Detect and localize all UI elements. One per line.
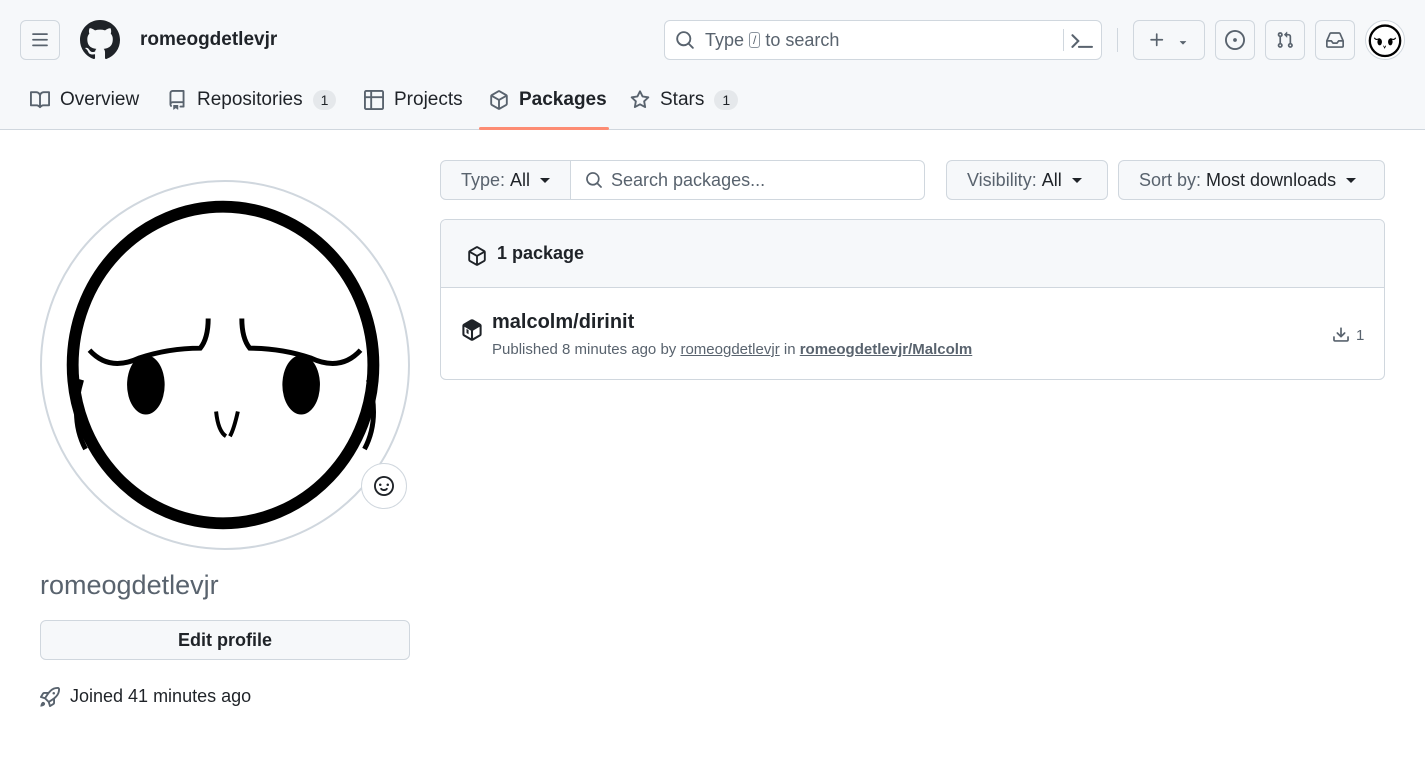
inbox-icon — [1326, 32, 1344, 48]
caret-down-icon — [1071, 177, 1082, 183]
issue-opened-icon — [1225, 30, 1245, 50]
issues-button[interactable] — [1215, 20, 1255, 60]
tab-label: Stars — [660, 89, 705, 110]
repo-icon — [169, 90, 185, 110]
profile-avatar[interactable] — [40, 180, 410, 550]
rocket-icon — [40, 686, 60, 707]
tab-label: Repositories — [197, 89, 303, 110]
stars-count-badge: 1 — [714, 90, 739, 110]
edit-profile-button[interactable]: Edit profile — [40, 620, 410, 660]
tab-projects[interactable]: Projects — [364, 84, 463, 116]
sort-dropdown[interactable]: Sort by: Most downloads — [1118, 160, 1385, 200]
visibility-filter-value: All — [1041, 169, 1062, 190]
in-text: in — [783, 341, 796, 358]
search-icon — [586, 172, 602, 188]
download-icon — [1333, 327, 1349, 342]
table-icon — [364, 90, 384, 110]
star-icon — [630, 90, 650, 109]
repository-link[interactable]: romeogdetlevjr/Malcolm — [800, 341, 973, 358]
package-list-header: 1 package — [441, 220, 1384, 288]
tab-label: Projects — [394, 89, 463, 110]
profile-username: romeogdetlevjr — [40, 570, 219, 600]
header-username[interactable]: romeogdetlevjr — [140, 29, 277, 51]
caret-down-icon — [1346, 177, 1357, 183]
sort-value: Most downloads — [1206, 169, 1337, 190]
pull-requests-button[interactable] — [1265, 20, 1305, 60]
sort-label: Sort by: — [1139, 169, 1202, 190]
tab-label: Overview — [60, 89, 140, 110]
package-search-input[interactable]: Search packages... — [570, 160, 925, 200]
tab-label: Packages — [519, 89, 607, 110]
package-row: malcolm/dirinit Published 8 minutes ago … — [441, 289, 1384, 379]
user-avatar[interactable] — [1365, 20, 1405, 60]
package-count: 1 package — [497, 243, 585, 263]
package-icon — [468, 245, 486, 266]
plus-icon — [1150, 33, 1164, 47]
type-filter-value: All — [510, 169, 531, 190]
app-header: romeogdetlevjr Type / to search Overview — [0, 0, 1425, 130]
type-filter-label: Type: — [461, 169, 506, 190]
inbox-button[interactable] — [1315, 20, 1355, 60]
set-status-button[interactable] — [361, 463, 407, 509]
search-hint-prefix: Type — [705, 29, 745, 50]
github-logo-icon[interactable] — [80, 20, 120, 60]
active-tab-indicator — [479, 127, 609, 130]
package-search-placeholder: Search packages... — [611, 169, 766, 190]
caret-down-icon — [540, 177, 551, 183]
author-link[interactable]: romeogdetlevjr — [680, 341, 779, 358]
visibility-filter-label: Visibility: — [967, 169, 1037, 190]
joined-text: Joined 41 minutes ago — [70, 686, 252, 706]
download-count: 1 — [1332, 326, 1364, 344]
package-list: 1 package malcolm/dirinit Published 8 mi… — [440, 219, 1385, 380]
triangle-down-icon — [1179, 41, 1187, 45]
tab-repositories[interactable]: Repositories 1 — [167, 84, 337, 116]
package-name-link[interactable]: malcolm/dirinit — [492, 311, 634, 334]
visibility-filter-dropdown[interactable]: Visibility: All — [946, 160, 1108, 200]
search-shortcut-key: / — [749, 32, 761, 48]
type-filter-dropdown[interactable]: Type: All — [440, 160, 571, 200]
published-text: Published 8 minutes ago by — [492, 341, 677, 358]
search-divider — [1063, 29, 1064, 51]
search-icon — [676, 31, 694, 49]
smiley-icon — [374, 476, 394, 496]
menu-button[interactable] — [20, 20, 60, 60]
package-meta: Published 8 minutes ago by romeogdetlevj… — [492, 341, 972, 358]
joined-info: Joined 41 minutes ago — [40, 686, 251, 707]
book-icon — [30, 91, 50, 109]
package-icon — [490, 90, 508, 110]
tab-packages[interactable]: Packages — [489, 84, 607, 116]
git-pull-request-icon — [1277, 31, 1293, 48]
global-search-input[interactable]: Type / to search — [664, 20, 1102, 60]
tab-stars[interactable]: Stars 1 — [630, 84, 739, 116]
create-new-button[interactable] — [1133, 20, 1205, 60]
command-palette-icon[interactable] — [1071, 30, 1093, 52]
search-hint-suffix: to search — [765, 29, 840, 50]
header-separator — [1117, 28, 1118, 52]
tab-overview[interactable]: Overview — [30, 84, 139, 116]
download-count-value: 1 — [1356, 326, 1365, 344]
hamburger-icon — [32, 33, 48, 47]
package-container-icon — [462, 319, 482, 341]
repositories-count-badge: 1 — [312, 90, 337, 110]
